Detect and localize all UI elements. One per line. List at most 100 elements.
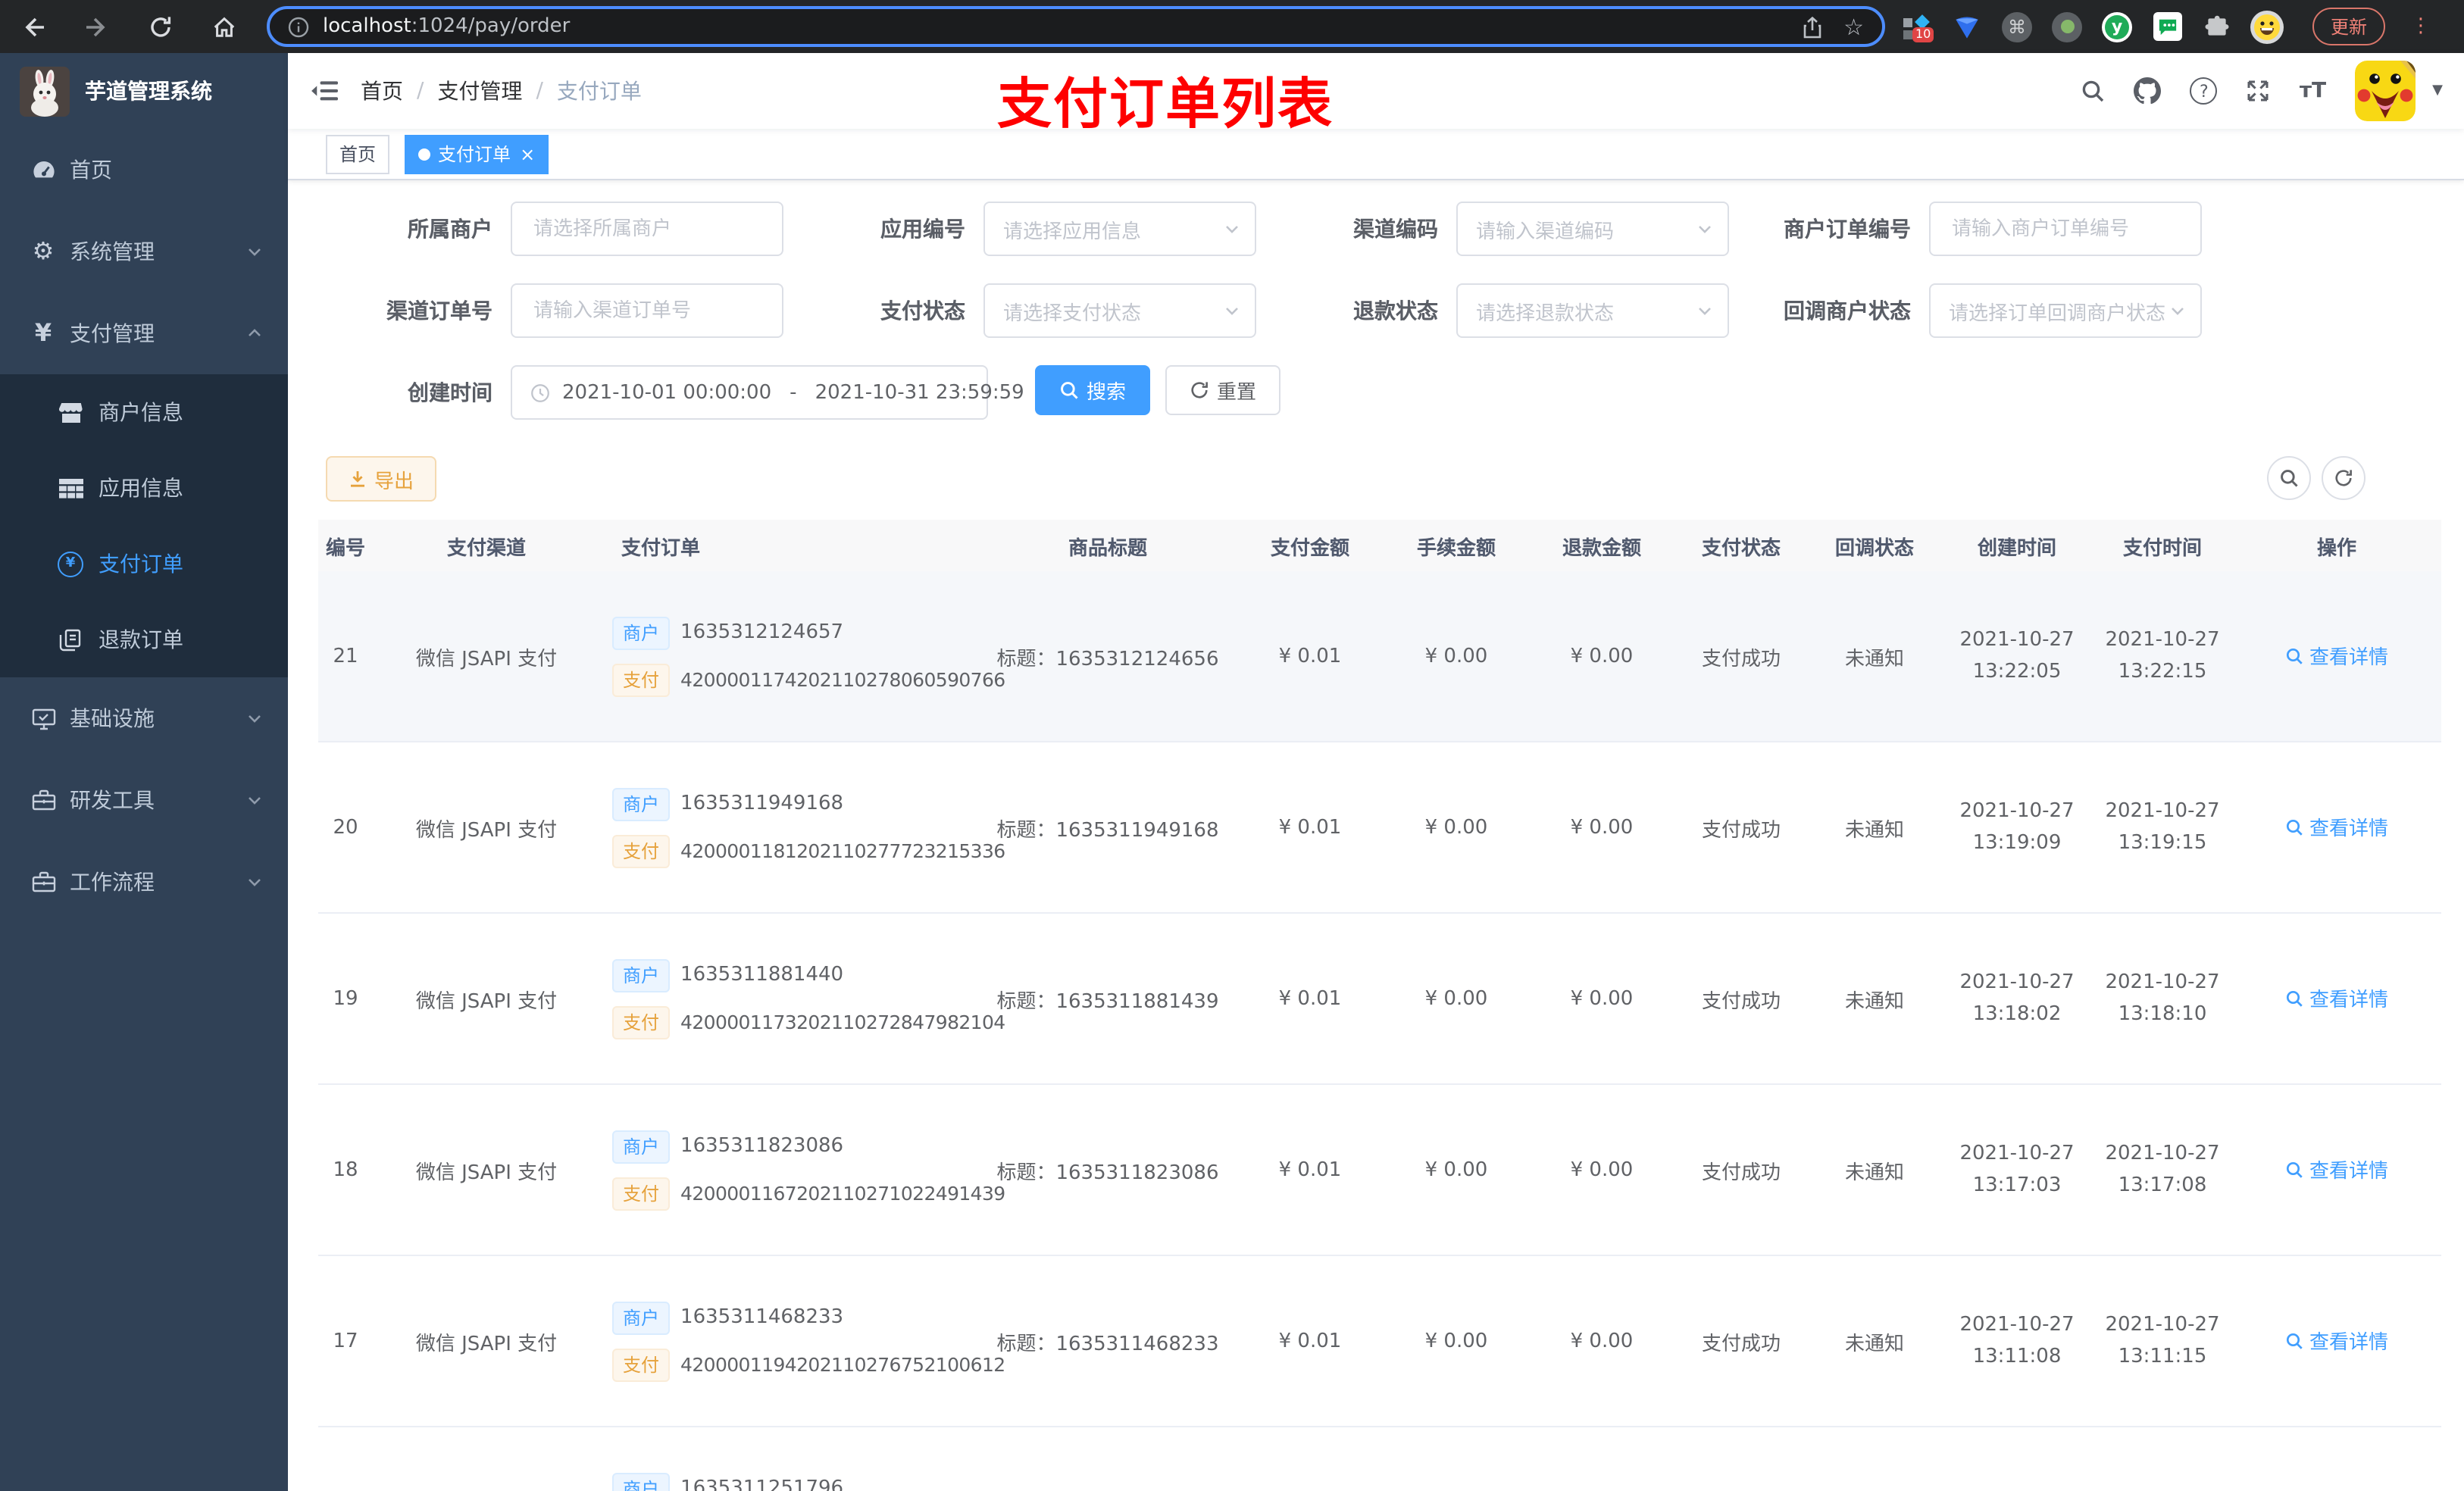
callback-status-select[interactable]: 请选择订单回调商户状态 xyxy=(1929,283,2202,338)
browser-update-button[interactable]: 更新 xyxy=(2312,8,2386,45)
bookmark-star-icon[interactable]: ☆ xyxy=(1843,13,1864,40)
cell-id: 17 xyxy=(333,1330,358,1352)
search-button[interactable]: 搜索 xyxy=(1035,365,1151,415)
create-time-range-picker[interactable]: 2021-10-01 00:00:00 - 2021-10-31 23:59:5… xyxy=(511,365,1024,420)
sidebar-item-refund-order[interactable]: 退款订单 xyxy=(0,602,288,677)
tab-label: 首页 xyxy=(339,144,377,165)
channel-order-no-input[interactable] xyxy=(511,283,783,338)
view-detail-link[interactable]: 查看详情 xyxy=(2285,1155,2388,1184)
filter-label: 创建时间 xyxy=(408,382,492,406)
avatar-caret-icon[interactable]: ▼ xyxy=(2432,83,2443,98)
cell-fee: ¥ 0.00 xyxy=(1424,1330,1488,1352)
view-detail-label: 查看详情 xyxy=(2309,647,2388,670)
browser-toolbar: localhost:1024/pay/order ☆ 10 ⌘ y 更新 ⋮ xyxy=(0,0,2464,53)
browser-reload-icon[interactable] xyxy=(139,5,182,48)
breadcrumb-home[interactable]: 首页 xyxy=(361,76,403,106)
share-icon[interactable] xyxy=(1801,12,1822,41)
channel-code-select[interactable]: 请输入渠道编码 xyxy=(1456,202,1729,256)
merchant-order-no: 1635311949168 xyxy=(680,792,844,815)
extension-sail-icon[interactable] xyxy=(1950,10,1984,43)
url-host: localhost xyxy=(323,15,411,38)
merchant-order-no: 1635311881440 xyxy=(680,964,844,986)
extension-y-icon[interactable]: y xyxy=(2100,10,2134,43)
cell-actions: 查看详情 xyxy=(2232,813,2441,842)
sidebar-item-merchant-info[interactable]: 商户信息 xyxy=(0,374,288,450)
grid-icon xyxy=(58,478,83,498)
browser-menu-icon[interactable]: ⋮ xyxy=(2411,15,2431,38)
refresh-button[interactable] xyxy=(2322,456,2366,500)
sidebar-item-devtools[interactable]: 研发工具 xyxy=(0,759,288,841)
sidebar-item-pay[interactable]: ¥ 支付管理 xyxy=(0,292,288,374)
close-icon[interactable]: × xyxy=(520,143,535,164)
merchant-order-no-input[interactable] xyxy=(1929,202,2202,256)
sidebar-item-infra[interactable]: 基础设施 xyxy=(0,677,288,759)
extension-badge: 10 xyxy=(1912,27,1934,42)
cell-order: 商户 1635311468233 支付 42000011942021102767… xyxy=(600,1301,1005,1381)
channel-order-no: 4200001181202110277723215336 xyxy=(680,839,1005,862)
github-icon[interactable] xyxy=(2134,77,2162,105)
extension-emoji-icon[interactable] xyxy=(2250,10,2284,43)
tab-home[interactable]: 首页 xyxy=(326,134,390,173)
cell-created: 2021-10-27 13:18:02 xyxy=(1959,971,2075,1026)
extensions-puzzle-icon[interactable] xyxy=(2200,10,2234,43)
sidebar-item-workflow[interactable]: 工作流程 xyxy=(0,841,288,923)
view-detail-link[interactable]: 查看详情 xyxy=(2285,642,2388,670)
font-size-icon[interactable]: ᴛT xyxy=(2300,79,2326,103)
cell-actions: 查看详情 xyxy=(2232,984,2441,1014)
extension-pieces-icon[interactable]: 10 xyxy=(1900,10,1934,43)
help-icon[interactable]: ? xyxy=(2190,77,2218,105)
pay-status-select[interactable]: 请选择支付状态 xyxy=(983,283,1256,338)
view-detail-label: 查看详情 xyxy=(2309,1332,2388,1355)
view-detail-label: 查看详情 xyxy=(2309,818,2388,842)
app-select[interactable]: 请选择应用信息 xyxy=(983,202,1256,256)
toggle-search-button[interactable] xyxy=(2267,456,2311,500)
channel-order-no: 4200001173202110272847982104 xyxy=(680,1011,1005,1033)
search-button-label: 搜索 xyxy=(1087,380,1127,403)
cell-amount: ¥ 0.01 xyxy=(1278,1158,1342,1181)
channel-order-no: 4200001194202110276752100612 xyxy=(680,1353,1005,1376)
sidebar-item-app-info[interactable]: 应用信息 xyxy=(0,450,288,526)
breadcrumb-pay[interactable]: 支付管理 xyxy=(437,76,522,106)
merchant-order-no-field[interactable] xyxy=(1949,216,2182,242)
view-detail-link[interactable]: 查看详情 xyxy=(2285,813,2388,842)
refund-status-select[interactable]: 请选择退款状态 xyxy=(1456,283,1729,338)
reset-button[interactable]: 重置 xyxy=(1165,365,1281,415)
merchant-order-no: 1635312124657 xyxy=(680,621,844,644)
search-icon[interactable] xyxy=(2081,79,2106,103)
chevron-down-icon xyxy=(245,870,264,894)
browser-back-icon[interactable] xyxy=(12,5,55,48)
clock-icon xyxy=(530,383,550,402)
cell-id: 20 xyxy=(333,816,358,839)
tags-view: 首页 支付订单 × xyxy=(288,129,2464,180)
channel-order-no-field[interactable] xyxy=(530,298,764,324)
sidebar-item-pay-order[interactable]: ¥ 支付订单 xyxy=(0,526,288,602)
extension-dot-icon[interactable] xyxy=(2050,10,2084,43)
merchant-tag: 商户 xyxy=(612,787,671,821)
cell-paid: 2021-10-27 13:18:10 xyxy=(2105,971,2220,1026)
gear-icon: ⚙ xyxy=(32,236,55,265)
sidebar-collapse-icon[interactable] xyxy=(288,79,361,103)
cell-fee: ¥ 0.00 xyxy=(1424,1158,1488,1181)
merchant-input[interactable] xyxy=(511,202,783,256)
tab-pay-order[interactable]: 支付订单 × xyxy=(405,134,549,173)
avatar[interactable] xyxy=(2355,61,2416,121)
cell-paid: 2021-10-27 13:19:15 xyxy=(2105,800,2220,855)
sidebar-item-home[interactable]: 首页 xyxy=(0,129,288,211)
sidebar-item-system[interactable]: ⚙ 系统管理 xyxy=(0,211,288,292)
view-detail-link[interactable]: 查看详情 xyxy=(2285,1327,2388,1355)
export-button[interactable]: 导出 xyxy=(326,456,437,502)
site-info-icon[interactable] xyxy=(288,16,309,37)
merchant-input-field[interactable] xyxy=(530,216,764,242)
fullscreen-icon[interactable] xyxy=(2247,79,2271,103)
cell-fee: ¥ 0.00 xyxy=(1424,816,1488,839)
browser-home-icon[interactable] xyxy=(203,5,245,48)
chevron-down-icon xyxy=(1223,220,1241,238)
navbar: 首页 / 支付管理 / 支付订单 支付订单列表 ? ᴛT ▼ xyxy=(288,53,2464,136)
view-detail-link[interactable]: 查看详情 xyxy=(2285,984,2388,1013)
extension-chat-icon[interactable] xyxy=(2150,10,2184,43)
browser-forward-icon[interactable] xyxy=(76,5,118,48)
cell-order: 商户 1635311823086 支付 42000011672021102710… xyxy=(600,1130,1005,1210)
extension-command-icon[interactable]: ⌘ xyxy=(2000,10,2034,43)
url-bar[interactable]: localhost:1024/pay/order ☆ xyxy=(267,6,1885,47)
date-separator: - xyxy=(790,381,797,404)
